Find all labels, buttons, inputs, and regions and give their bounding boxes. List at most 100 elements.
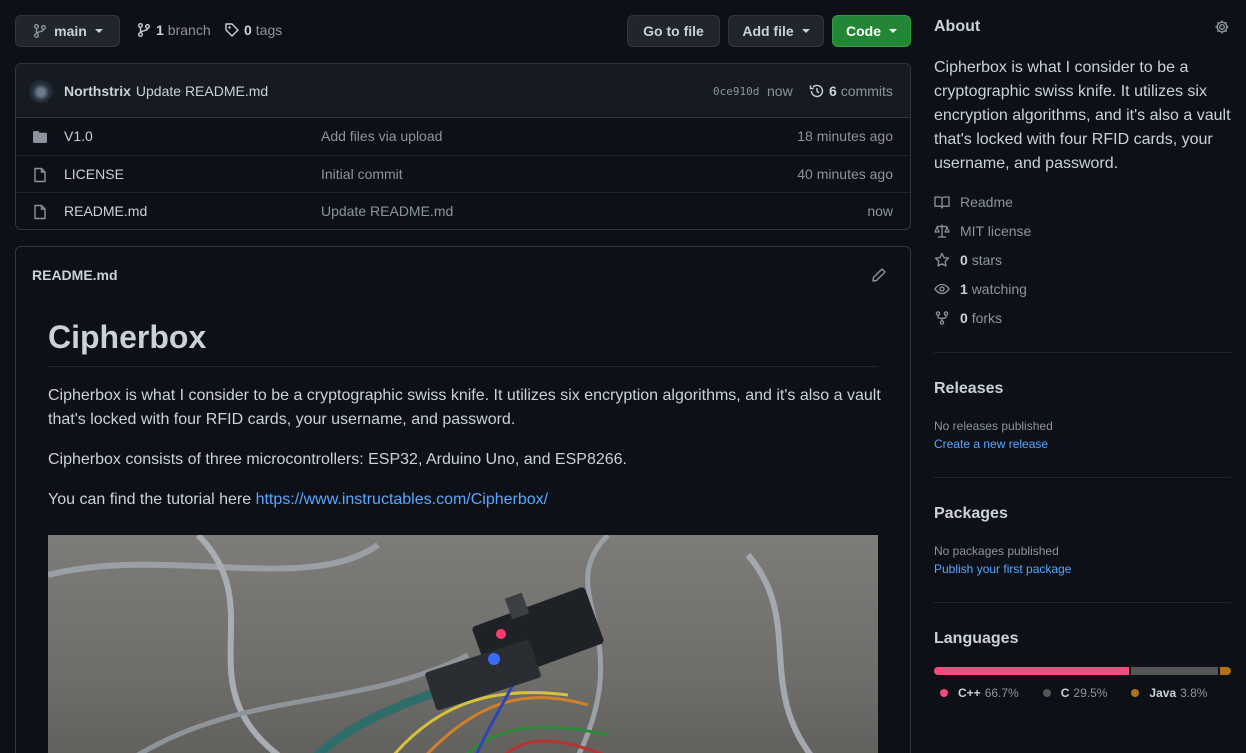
license-link[interactable]: MIT license (934, 223, 1031, 239)
git-branch-icon (136, 22, 152, 38)
gear-icon[interactable] (1214, 19, 1230, 35)
watching-label: watching (971, 281, 1027, 297)
language-item[interactable]: C 29.5% (1042, 686, 1108, 700)
file-row[interactable]: README.md Update README.md now (16, 192, 910, 229)
file-name[interactable]: README.md (64, 203, 147, 219)
branch-select-button[interactable]: main (15, 15, 120, 47)
language-item[interactable]: C++ 66.7% (940, 686, 1019, 700)
commit-time: now (767, 83, 793, 99)
eye-icon (934, 281, 950, 297)
history-icon (809, 83, 825, 99)
readme-title-divider (48, 366, 878, 367)
file-list-box: Northstrix Update README.md 0ce910d now … (15, 63, 911, 230)
watching-link[interactable]: 1 watching (934, 281, 1027, 297)
code-label: Code (846, 23, 881, 39)
sidebar-divider (934, 602, 1231, 603)
commit-author[interactable]: Northstrix (64, 83, 131, 99)
law-icon (934, 223, 950, 239)
latest-commit-bar: Northstrix Update README.md 0ce910d now … (16, 64, 910, 118)
packages-heading[interactable]: Packages (934, 505, 1008, 523)
avatar[interactable] (29, 79, 53, 103)
code-button[interactable]: Code (832, 15, 911, 47)
file-commit-message[interactable]: Update README.md (321, 203, 453, 219)
folder-icon (32, 129, 48, 145)
tags-link[interactable]: 0 tags (224, 22, 282, 38)
forks-link[interactable]: 0 forks (934, 310, 1002, 326)
readme-paragraph: You can find the tutorial here https://w… (48, 488, 884, 512)
file-commit-message[interactable]: Add files via upload (321, 128, 442, 144)
chevron-down-icon (94, 29, 103, 33)
tag-label: tags (255, 22, 283, 38)
readme-title: Cipherbox (48, 319, 207, 355)
readme-box: README.md Cipherbox Cipherbox is what I … (15, 246, 911, 753)
project-photo (48, 535, 878, 753)
sidebar-divider (934, 477, 1231, 478)
pencil-icon[interactable] (871, 267, 887, 283)
tag-count: 0 (244, 22, 252, 38)
language-name: C++ (958, 686, 981, 700)
tag-icon (224, 22, 240, 38)
license-link-label: MIT license (960, 223, 1032, 239)
language-name: C (1060, 686, 1070, 700)
tutorial-link[interactable]: https://www.instructables.com/Cipherbox/ (256, 491, 549, 508)
book-icon (934, 194, 950, 210)
stars-count: 0 (960, 252, 968, 268)
commit-count: 6 (829, 83, 837, 99)
language-percent: 66.7% (984, 686, 1019, 700)
go-to-file-button[interactable]: Go to file (627, 15, 720, 47)
repo-forked-icon (934, 310, 950, 326)
file-time: 40 minutes ago (797, 166, 893, 182)
languages-heading: Languages (934, 630, 1019, 647)
language-item[interactable]: Java 3.8% (1131, 686, 1207, 700)
commit-message[interactable]: Update README.md (136, 83, 268, 99)
create-release-link[interactable]: Create a new release (934, 437, 1048, 451)
language-bar (934, 667, 1231, 675)
stars-link[interactable]: 0 stars (934, 252, 1002, 268)
branches-link[interactable]: 1 branch (136, 22, 211, 38)
releases-empty-text: No releases published (934, 419, 1053, 433)
file-time: now (867, 203, 893, 219)
forks-label: forks (971, 310, 1003, 326)
file-commit-message[interactable]: Initial commit (321, 166, 403, 182)
file-row[interactable]: V1.0 Add files via upload 18 minutes ago (16, 118, 910, 155)
star-icon (934, 252, 950, 268)
file-name[interactable]: LICENSE (64, 166, 124, 182)
readme-link-label: Readme (960, 194, 1013, 210)
packages-empty-text: No packages published (934, 544, 1059, 558)
language-percent: 3.8% (1180, 686, 1208, 700)
language-name: Java (1149, 686, 1177, 700)
branch-label: branch (167, 22, 211, 38)
git-branch-icon (32, 23, 48, 39)
language-list: C++ 66.7% C 29.5% Java 3.8% (940, 686, 1207, 700)
commit-hash[interactable]: 0ce910d (713, 85, 759, 98)
file-row[interactable]: LICENSE Initial commit 40 minutes ago (16, 155, 910, 192)
commit-label: commits (840, 83, 893, 99)
language-dot-icon (940, 689, 948, 697)
file-icon (32, 167, 48, 183)
language-dot-icon (1131, 689, 1140, 697)
releases-heading[interactable]: Releases (934, 380, 1003, 398)
about-description: Cipherbox is what I consider to be a cry… (934, 59, 1231, 172)
readme-link[interactable]: Readme (934, 194, 1013, 210)
readme-paragraph: Cipherbox consists of three microcontrol… (48, 451, 627, 468)
language-bar-segment (1131, 667, 1218, 675)
file-time: 18 minutes ago (797, 128, 893, 144)
readme-text: You can find the tutorial here (48, 491, 256, 508)
watching-count: 1 (960, 281, 968, 297)
commits-link[interactable]: 6 commits (809, 83, 893, 99)
sidebar-divider (934, 352, 1231, 353)
add-file-label: Add file (742, 23, 794, 39)
language-bar-segment (1219, 667, 1231, 675)
branch-name: main (54, 23, 87, 39)
chevron-down-icon (801, 29, 810, 33)
forks-count: 0 (960, 310, 968, 326)
branch-count: 1 (156, 22, 164, 38)
add-file-button[interactable]: Add file (728, 15, 824, 47)
publish-package-link[interactable]: Publish your first package (934, 562, 1071, 576)
language-dot-icon (1042, 689, 1051, 697)
stars-label: stars (971, 252, 1003, 268)
language-percent: 29.5% (1073, 686, 1108, 700)
readme-header: README.md (32, 267, 118, 283)
chevron-down-icon (889, 29, 897, 33)
file-name[interactable]: V1.0 (64, 128, 93, 144)
